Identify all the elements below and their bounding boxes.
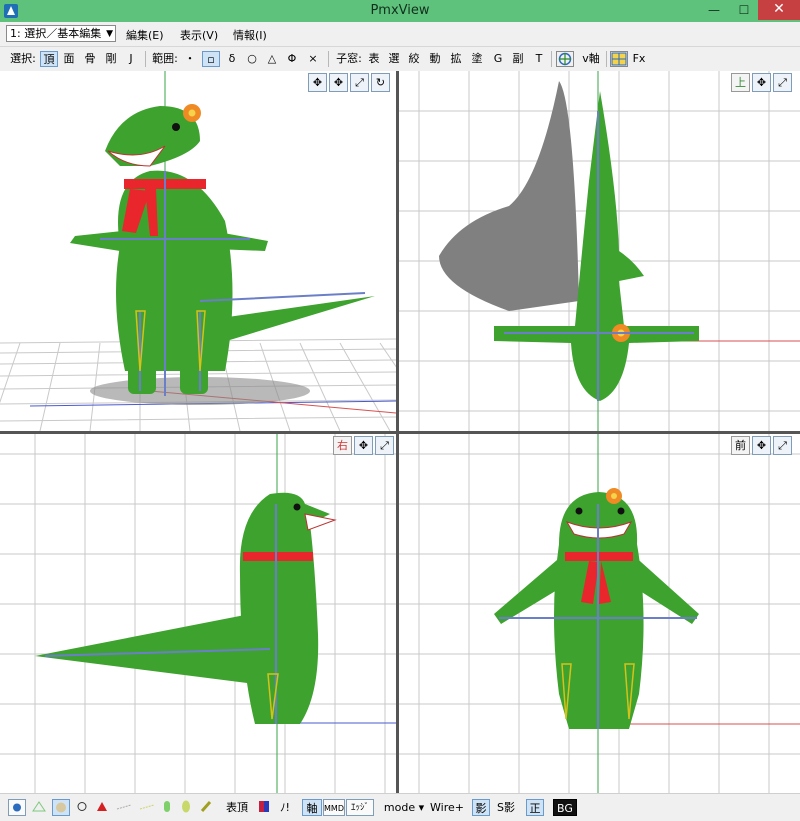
perspective-viewport[interactable]: ✥ ✥ ⤢ ↻ (0, 71, 396, 431)
front-scene (399, 434, 800, 793)
ortho-toggle[interactable]: 正 (526, 799, 544, 816)
vertex-table-button[interactable]: 表頂 (222, 799, 252, 816)
grid (0, 434, 396, 793)
minimize-button[interactable]: — (700, 1, 728, 20)
menu-view[interactable]: 表示(V) (180, 27, 218, 43)
menu-edit[interactable]: 編集(E) (126, 27, 164, 43)
zoom-icon[interactable]: ⤢ (350, 73, 369, 92)
perspective-controls: ✥ ✥ ⤢ ↻ (308, 73, 396, 93)
range-circle-button[interactable]: ○ (244, 51, 260, 67)
zoom-icon[interactable]: ⤢ (773, 73, 792, 92)
child-group-button[interactable]: G (490, 51, 506, 67)
rigid-icon[interactable] (178, 799, 194, 816)
view-label-top: 上 (731, 73, 750, 92)
range-label: 範囲: (152, 52, 178, 65)
select-bone-button[interactable]: 骨 (81, 51, 99, 67)
move-icon[interactable]: ✥ (329, 73, 348, 92)
right-scene (0, 434, 396, 793)
toolbar-divider (551, 51, 552, 67)
mode-dropdown[interactable]: mode ▾ (382, 799, 426, 816)
menu-info[interactable]: 情報(I) (233, 27, 267, 43)
axis-button[interactable]: v軸 (578, 51, 604, 67)
child-table-button[interactable]: 表 (366, 51, 382, 67)
edge-toggle[interactable]: ｴｯｼﾞ (346, 799, 374, 816)
dino-model (494, 488, 699, 729)
background-button[interactable]: BG (553, 799, 577, 816)
move-icon[interactable]: ✥ (354, 436, 373, 455)
child-filter-button[interactable]: 絞 (406, 51, 422, 67)
zoom-icon[interactable]: ⤢ (773, 436, 792, 455)
select-face-button[interactable]: 面 (60, 51, 78, 67)
select-rigid-button[interactable]: 剛 (102, 51, 120, 67)
range-point-button[interactable]: ・ (182, 51, 198, 67)
child-sub-button[interactable]: 副 (510, 51, 526, 67)
rotate-icon[interactable]: ↻ (371, 73, 390, 92)
select-label: 選択: (10, 52, 36, 65)
axis-toggle[interactable]: 軸 (302, 799, 322, 816)
window-title: PmxView (370, 3, 430, 18)
perspective-scene (0, 71, 396, 431)
triangle-icon[interactable] (94, 799, 110, 816)
toolbar-divider (606, 51, 607, 67)
view-label-front: 前 (731, 436, 750, 455)
toolbar-divider (145, 51, 146, 67)
move-icon[interactable]: ✥ (752, 436, 771, 455)
grid-icon[interactable] (610, 51, 628, 67)
target-icon[interactable] (556, 51, 574, 67)
status-bar: 表頂 ﾉ! 軸 MMD ｴｯｼﾞ mode ▾ Wire+ 影 S影 正 BG (0, 793, 800, 821)
top-scene (399, 71, 800, 431)
child-window-label: 子窓: (336, 52, 362, 65)
vertex-display-icon[interactable] (8, 799, 26, 816)
top-controls: 上 ✥ ⤢ (731, 73, 800, 93)
title-bar: PmxView — ☐ ✕ (0, 0, 800, 22)
right-controls: 右 ✥ ⤢ (333, 436, 396, 456)
point-icon[interactable] (74, 799, 90, 816)
joint-icon[interactable] (198, 799, 214, 816)
bone-icon[interactable] (160, 799, 174, 816)
child-paint-button[interactable]: 塗 (469, 51, 485, 67)
menu-bar: 1: 選択／基本編集 ▼ 編集(E) 表示(V) 情報(I) (0, 22, 800, 47)
mode-select[interactable]: 1: 選択／基本編集 ▼ (6, 25, 116, 42)
select-joint-button[interactable]: J (123, 51, 139, 67)
child-t-button[interactable]: T (531, 51, 547, 67)
range-box-button[interactable]: ▫ (202, 51, 220, 67)
close-button[interactable]: ✕ (758, 0, 800, 20)
mode-select-value: 1: 選択／基本編集 (10, 27, 102, 40)
range-triangle-button[interactable]: △ (264, 51, 280, 67)
front-controls: 前 ✥ ⤢ (731, 436, 800, 456)
color-swatch-icon[interactable] (256, 799, 272, 816)
toolbar-divider (328, 51, 329, 67)
view-label-right: 右 (333, 436, 352, 455)
chevron-down-icon: ▼ (106, 29, 113, 39)
shadow-toggle[interactable]: 影 (472, 799, 490, 816)
child-scale-button[interactable]: 拡 (448, 51, 464, 67)
wire-icon[interactable] (30, 799, 48, 816)
toolbar: 選択: 頂 面 骨 剛 J 範囲: ・ ▫ δ ○ △ Φ × 子窓: 表 選 … (0, 47, 800, 72)
front-viewport[interactable]: 前 ✥ ⤢ (399, 434, 800, 793)
material-icon[interactable] (52, 799, 70, 816)
no-button[interactable]: ﾉ! (276, 799, 294, 816)
right-viewport[interactable]: 右 ✥ ⤢ (0, 434, 396, 793)
child-select-button[interactable]: 選 (386, 51, 402, 67)
pan-icon[interactable]: ✥ (308, 73, 327, 92)
wire-plus-button[interactable]: Wire+ (430, 799, 464, 816)
top-viewport[interactable]: 上 ✥ ⤢ (399, 71, 800, 431)
zoom-icon[interactable]: ⤢ (375, 436, 394, 455)
select-vertex-button[interactable]: 頂 (40, 51, 58, 67)
move-icon[interactable]: ✥ (752, 73, 771, 92)
child-move-button[interactable]: 動 (427, 51, 443, 67)
fx-button[interactable]: Fx (630, 51, 648, 67)
self-shadow-toggle[interactable]: S影 (494, 799, 518, 816)
viewport-area: ✥ ✥ ⤢ ↻ 上 ✥ ⤢ 右 ✥ ⤢ 前 ✥ ⤢ (0, 71, 800, 793)
range-delta-button[interactable]: δ (224, 51, 240, 67)
uv-icon[interactable] (137, 799, 157, 816)
range-clear-button[interactable]: × (305, 51, 321, 67)
range-phi-button[interactable]: Φ (284, 51, 300, 67)
normal-icon[interactable] (114, 799, 134, 816)
maximize-button[interactable]: ☐ (730, 1, 758, 20)
mmd-toggle[interactable]: MMD (323, 799, 345, 816)
